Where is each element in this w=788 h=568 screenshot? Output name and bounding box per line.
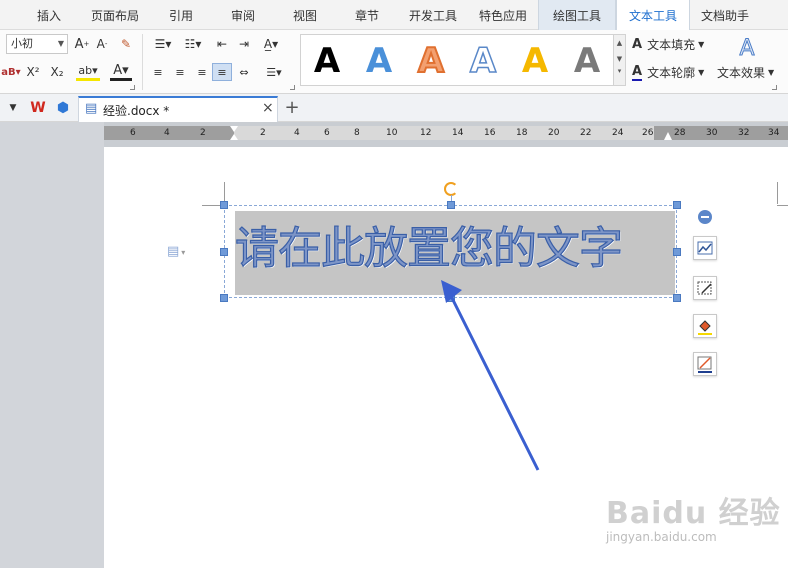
- watermark-logo: Baidu 经验: [606, 496, 781, 531]
- watermark: Baidu 经验 jingyan.baidu.com: [606, 488, 786, 558]
- watermark-url: jingyan.baidu.com: [606, 530, 717, 544]
- annotation-arrow: [441, 280, 540, 471]
